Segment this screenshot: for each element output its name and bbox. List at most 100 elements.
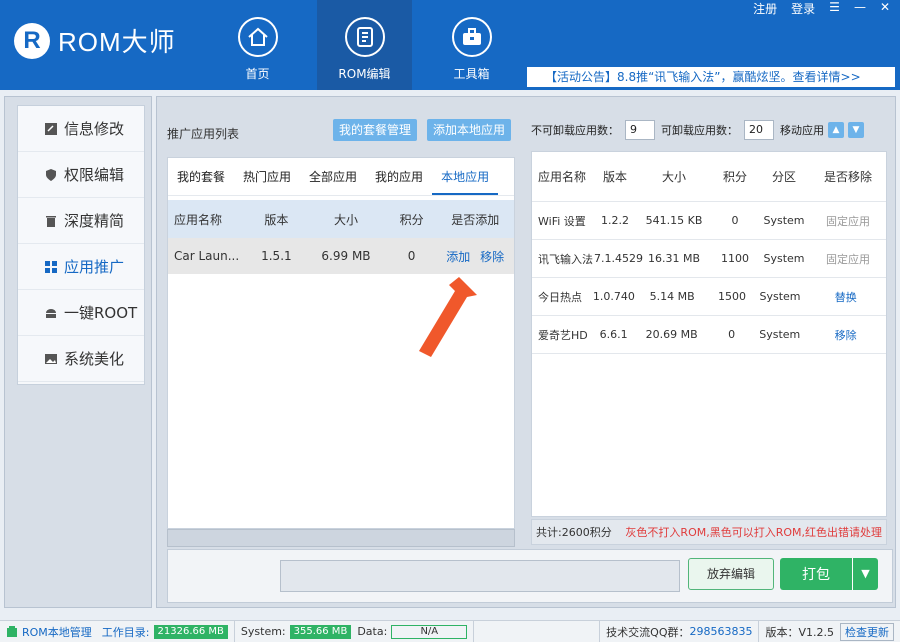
chevron-down-icon[interactable]: ▼ — [852, 558, 878, 590]
app-partition: System — [759, 328, 801, 341]
data-label: Data: — [357, 625, 388, 638]
horizontal-scrollbar[interactable] — [167, 529, 515, 547]
move-app-label: 移动应用 — [780, 124, 824, 137]
column-header: 大小 — [661, 170, 686, 184]
trash-icon — [46, 215, 56, 227]
sidebar-shell: 信息修改 权限编辑 深度精简 应用推广 一键ROOT 系统美化 — [4, 96, 152, 608]
menu-icon[interactable]: ☰ — [829, 0, 840, 17]
table-row[interactable]: 讯飞输入法 7.1.4529 16.31 MB 1100 System 固定应用 — [532, 240, 886, 278]
removable-label: 可卸载应用数： — [661, 124, 738, 137]
app-points: 0 — [728, 328, 736, 341]
close-icon[interactable]: ✕ — [880, 0, 890, 17]
nav-toolbox-label: 工具箱 — [453, 67, 490, 81]
qq-value[interactable]: 298563835 — [689, 625, 752, 638]
app-version: 1.5.1 — [261, 249, 292, 263]
version-label: 版本：V1.2.5 — [765, 625, 834, 639]
app-version: 1.0.740 — [592, 290, 635, 303]
app-size: 541.15 KB — [645, 214, 703, 227]
table-row[interactable]: WiFi 设置 1.2.2 541.15 KB 0 System 固定应用 — [532, 202, 886, 240]
sidebar-item-app-promo[interactable]: 应用推广 — [18, 244, 144, 290]
fixed-app-label: 固定应用 — [826, 252, 870, 266]
column-header: 分区 — [771, 170, 796, 184]
apps-grid-icon — [45, 260, 57, 273]
home-icon — [237, 17, 278, 57]
column-header: 应用名称 — [174, 212, 223, 227]
add-app-link[interactable]: 添加 — [446, 250, 470, 264]
tab-local-apps[interactable]: 本地应用 — [432, 158, 499, 195]
my-package-manage-button[interactable]: 我的套餐管理 — [333, 119, 418, 141]
nav-rom-edit[interactable]: ROM编辑 — [317, 0, 412, 90]
app-version: 6.6.1 — [599, 328, 628, 341]
sidebar-item-label: 一键ROOT — [64, 304, 138, 322]
column-header: 版本 — [264, 212, 289, 227]
table-row[interactable]: 爱奇艺HD 6.6.1 20.69 MB 0 System 移除 — [532, 316, 886, 354]
rom-apps-panel: 不可卸载应用数： 9 可卸载应用数： 20 移动应用 ▲ ▼ 应用名称 版本 大… — [531, 117, 891, 547]
partition-sizes: System: 355.66 MB Data: N/A — [235, 620, 475, 642]
add-local-app-button[interactable]: 添加本地应用 — [427, 119, 512, 141]
rom-apps-table: 应用名称 版本 大小 积分 分区 是否移除 WiFi 设置 1.2.2 541.… — [531, 151, 887, 517]
system-value: 355.66 MB — [289, 624, 352, 639]
app-points: 0 — [731, 214, 739, 227]
pointer-arrow-icon — [411, 273, 481, 363]
sidebar-item-deep-clean[interactable]: 深度精简 — [18, 198, 144, 244]
action-bar: 放弃编辑 打包 ▼ — [167, 549, 893, 603]
discard-edit-button[interactable]: 放弃编辑 — [688, 558, 774, 590]
removable-count: 20 — [744, 120, 774, 140]
logo: R ROM大师 — [14, 22, 176, 59]
version-info: 版本：V1.2.5 检查更新 — [759, 621, 900, 642]
qq-group: 技术交流QQ群： 298563835 — [599, 620, 760, 642]
app-partition: System — [759, 290, 801, 303]
tab-all-apps[interactable]: 全部应用 — [300, 158, 366, 195]
app-size: 6.99 MB — [321, 249, 371, 263]
register-link[interactable]: 注册 — [753, 0, 777, 17]
app-name: 今日热点 — [538, 290, 582, 304]
info-edit-icon — [45, 122, 57, 135]
panel-title: 推广应用列表 — [167, 127, 240, 141]
brand-name: ROM大师 — [58, 27, 176, 57]
app-partition: System — [763, 214, 805, 227]
sidebar-item-label: 系统美化 — [64, 350, 125, 368]
table-row[interactable]: Car Laun... 1.5.1 6.99 MB 0 添加 移除 — [168, 238, 514, 274]
pack-button[interactable]: 打包 ▼ — [780, 558, 878, 590]
tab-hot-apps[interactable]: 热门应用 — [234, 158, 300, 195]
move-down-button[interactable]: ▼ — [848, 122, 864, 138]
check-update-button[interactable]: 检查更新 — [840, 622, 894, 641]
move-up-button[interactable]: ▲ — [828, 122, 844, 138]
minimize-icon[interactable]: — — [854, 0, 866, 17]
window-controls: 注册 登录 ☰ — ✕ — [753, 0, 890, 17]
top-nav: 首页 ROM编辑 工具箱 — [210, 0, 531, 90]
app-size: 5.14 MB — [649, 290, 695, 303]
announcement-banner[interactable]: 【活动公告】8.8推“讯飞输入法”，赢酷炫坚。查看详情>> — [526, 66, 896, 88]
logo-mark: R — [14, 22, 50, 59]
nav-toolbox[interactable]: 工具箱 — [424, 0, 519, 90]
qq-label: 技术交流QQ群： — [606, 625, 690, 639]
tab-my-package[interactable]: 我的套餐 — [168, 158, 234, 195]
tab-my-apps[interactable]: 我的应用 — [366, 158, 432, 195]
replace-app-link[interactable]: 替换 — [809, 289, 884, 305]
app-size: 16.31 MB — [647, 252, 701, 265]
remove-app-link[interactable]: 移除 — [480, 250, 504, 264]
work-dir-label: 工作目录: — [101, 625, 150, 639]
app-version: 7.1.4529 — [594, 252, 643, 265]
rom-edit-icon — [344, 17, 385, 57]
table-row[interactable]: 今日热点 1.0.740 5.14 MB 1500 System 替换 — [532, 278, 886, 316]
rom-local-manage[interactable]: ROM本地管理 工作目录: 21326.66 MB — [0, 620, 235, 642]
sidebar-item-info-edit[interactable]: 信息修改 — [18, 106, 144, 152]
app-tabs: 我的套餐 热门应用 全部应用 我的应用 本地应用 — [168, 158, 514, 196]
nav-home[interactable]: 首页 — [210, 0, 305, 90]
sidebar-item-beautify[interactable]: 系统美化 — [18, 336, 144, 382]
app-name: 爱奇艺HD — [538, 328, 588, 342]
sidebar-item-label: 深度精简 — [64, 212, 125, 230]
add-remove-actions: 添加 移除 — [436, 248, 514, 265]
rom-local-manage-label: ROM本地管理 — [22, 625, 92, 639]
sidebar-item-permission[interactable]: 权限编辑 — [18, 152, 144, 198]
toolbox-icon — [451, 17, 492, 57]
promo-app-list-panel: 推广应用列表 我的套餐管理 添加本地应用 我的套餐 热门应用 全部应用 我的应用… — [167, 107, 515, 547]
login-link[interactable]: 登录 — [791, 0, 815, 17]
status-bar: ROM本地管理 工作目录: 21326.66 MB System: 355.66… — [0, 620, 900, 642]
column-header: 积分 — [722, 170, 747, 184]
table-header: 应用名称 版本 大小 积分 分区 是否移除 — [532, 152, 886, 202]
remove-app-link[interactable]: 移除 — [808, 327, 883, 343]
sidebar-item-root[interactable]: 一键ROOT — [18, 290, 144, 336]
app-name: WiFi 设置 — [538, 214, 586, 228]
